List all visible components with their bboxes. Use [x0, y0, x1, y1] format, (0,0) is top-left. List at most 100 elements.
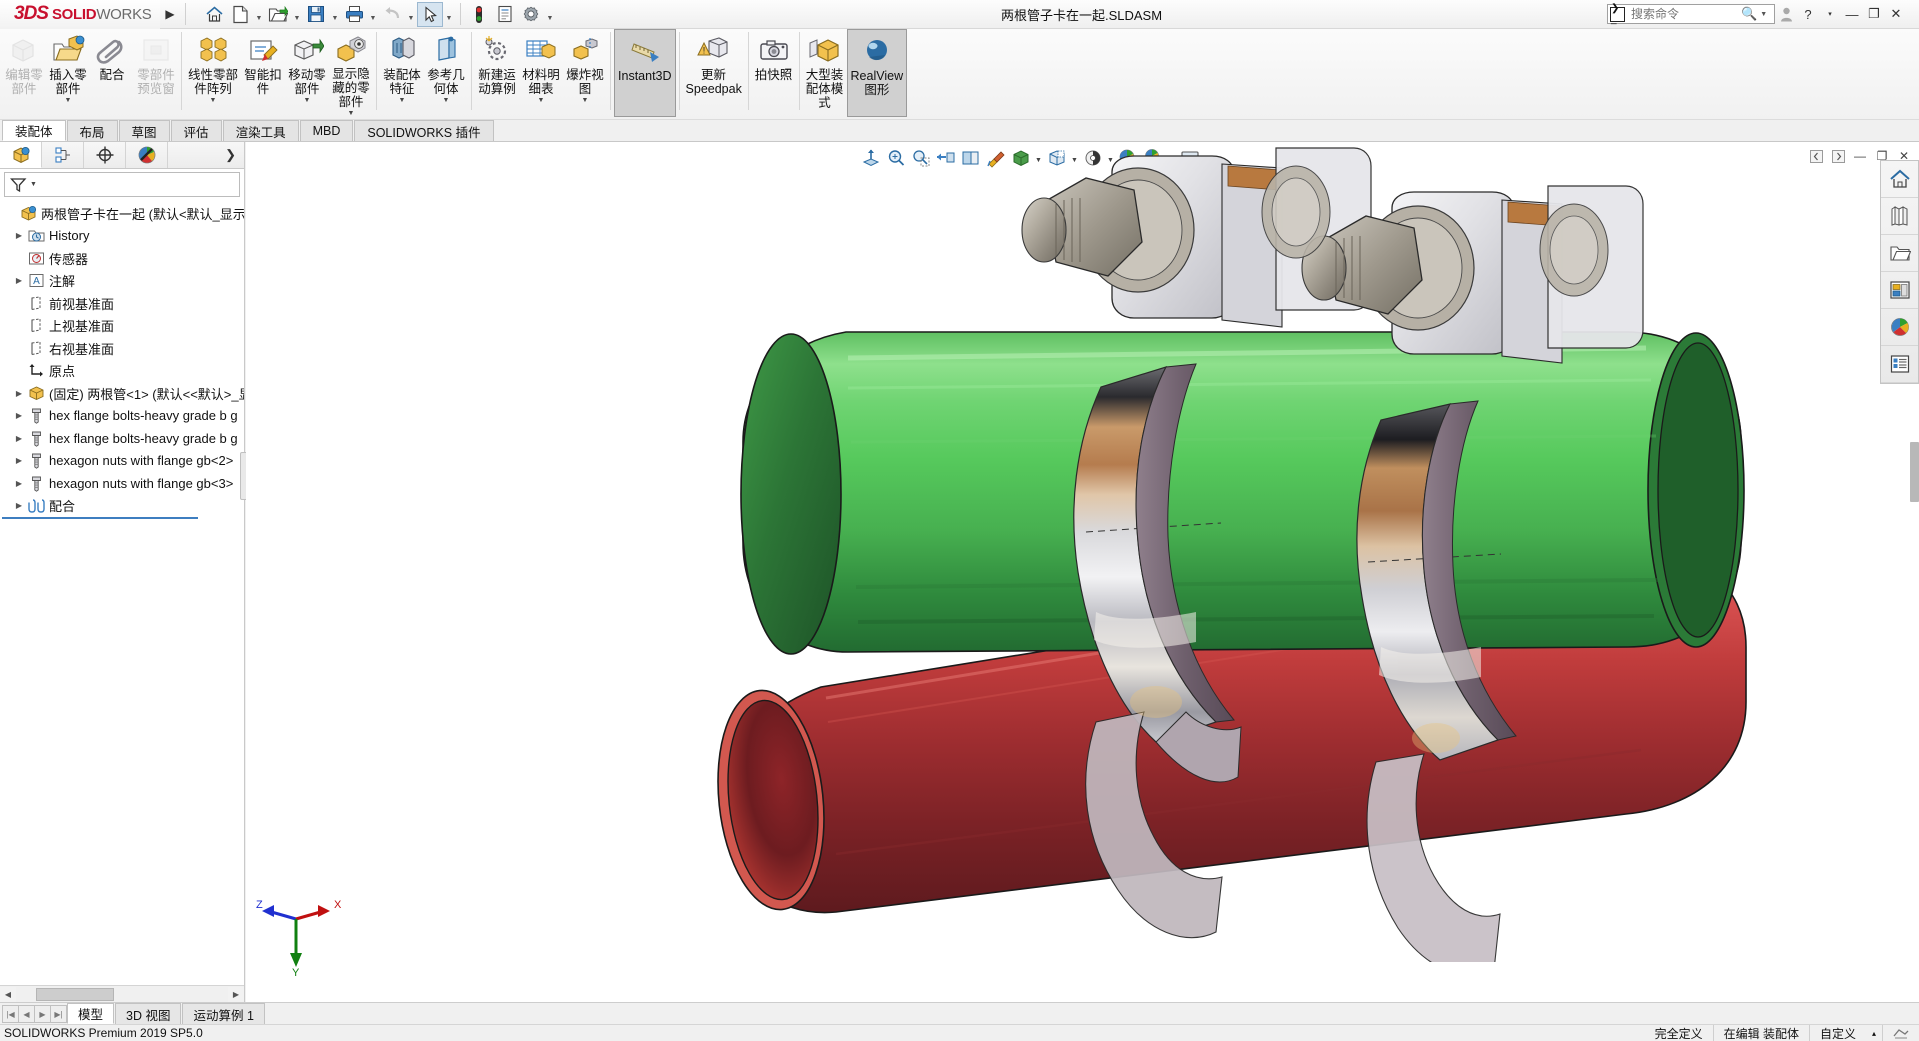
chevron-down-icon[interactable]: ▼	[348, 110, 355, 117]
tree-item-0[interactable]: 两根管子卡在一起 (默认<默认_显示状态	[4, 202, 244, 225]
appearances-scenes-icon[interactable]	[1881, 309, 1918, 346]
tree-item-5[interactable]: 上视基准面	[4, 315, 244, 338]
chevron-right-icon[interactable]: ▶	[12, 411, 26, 420]
rebuild-icon[interactable]	[466, 2, 492, 27]
scroll-thumb[interactable]	[36, 987, 114, 1001]
ribbon-button-instant3d[interactable]: Instant3D	[614, 29, 676, 117]
ribbon-button-large-assembly-mode[interactable]: 大型装 配体模 式	[803, 29, 847, 117]
chevron-down-icon[interactable]: ▼	[210, 97, 217, 104]
undo-caret-icon[interactable]: ▼	[405, 2, 417, 27]
tab-5[interactable]: MBD	[299, 120, 354, 141]
restore-button[interactable]: ❐	[1863, 2, 1885, 26]
ribbon-button-update-speedpak[interactable]: ! 更新 Speedpak	[683, 29, 745, 117]
ribbon-button-insert-component[interactable]: 插入零 部件 ▼	[46, 29, 90, 117]
tree-item-8[interactable]: ▶ (固定) 两根管<1> (默认<<默认>_显	[4, 382, 244, 405]
tab-nav-arrow-3[interactable]: ▶|	[50, 1005, 67, 1023]
ribbon-button-realview-graphics[interactable]: RealView 图形	[846, 29, 908, 117]
overlay-icon[interactable]	[1882, 1025, 1919, 1041]
search-caret-icon[interactable]: ▼	[1760, 11, 1767, 18]
ribbon-button-mate-paperclip[interactable]: 配合	[90, 29, 134, 117]
units-caret-icon[interactable]: ▴	[1866, 1025, 1882, 1041]
select-caret-icon[interactable]: ▼	[443, 2, 455, 27]
save-caret-icon[interactable]: ▼	[329, 2, 341, 27]
options-gear-icon[interactable]	[518, 2, 544, 27]
tree-horizontal-scrollbar[interactable]: ◀ ▶	[0, 985, 244, 1002]
chevron-right-icon[interactable]: ▶	[12, 434, 26, 443]
chevron-right-icon[interactable]: ▶	[12, 501, 26, 510]
document-tab-0[interactable]: 模型	[67, 1003, 115, 1024]
display-manager-tab[interactable]	[126, 142, 168, 168]
filter-caret-icon[interactable]: ▼	[30, 181, 37, 188]
chevron-right-icon[interactable]: ▶	[12, 389, 26, 398]
new-document-caret-icon[interactable]: ▼	[253, 2, 265, 27]
tab-3[interactable]: 评估	[170, 120, 222, 141]
select-cursor-icon[interactable]	[417, 1, 443, 27]
help-button[interactable]: ?	[1797, 2, 1819, 26]
tree-item-4[interactable]: 前视基准面	[4, 292, 244, 315]
units-selector[interactable]: 自定义	[1808, 1025, 1866, 1041]
view-palette-icon[interactable]	[1881, 272, 1918, 309]
design-library-icon[interactable]	[1881, 198, 1918, 235]
feature-manager-tab[interactable]	[0, 142, 42, 168]
ribbon-button-new-motion-study[interactable]: 新建运 动算例	[475, 29, 519, 117]
help-caret-icon[interactable]: ▾	[1819, 2, 1841, 26]
tree-item-7[interactable]: 原点	[4, 360, 244, 383]
ribbon-button-assembly-features[interactable]: 装配体 特征 ▼	[380, 29, 424, 117]
solidworks-resources-icon[interactable]	[1881, 161, 1918, 198]
ribbon-button-reference-geometry[interactable]: 参考几 何体 ▼	[424, 29, 468, 117]
graphics-area[interactable]: ▼ ▼ ▼ ▼ ▼	[246, 142, 1919, 1002]
close-button[interactable]: ✕	[1885, 2, 1907, 26]
tree-item-2[interactable]: 传感器	[4, 247, 244, 270]
tree-item-13[interactable]: ▶ 配合	[4, 495, 244, 518]
doc-prev-button[interactable]	[1805, 144, 1827, 168]
property-manager-tab[interactable]	[42, 142, 84, 168]
ribbon-button-exploded-view[interactable]: 爆炸视 图 ▼	[563, 29, 607, 117]
document-tab-1[interactable]: 3D 视图	[115, 1003, 182, 1024]
open-folder-icon[interactable]	[265, 2, 291, 27]
scroll-right-arrow[interactable]: ▶	[228, 986, 244, 1002]
search-input[interactable]	[1629, 6, 1741, 22]
tab-6[interactable]: SOLIDWORKS 插件	[354, 120, 494, 141]
chevron-down-icon[interactable]: ▼	[65, 97, 72, 104]
ribbon-button-linear-component-pattern[interactable]: 线性零部 件阵列 ▼	[185, 29, 241, 117]
configuration-manager-tab[interactable]	[84, 142, 126, 168]
minimize-button[interactable]: —	[1841, 2, 1863, 26]
chevron-right-icon[interactable]: ▶	[12, 479, 26, 488]
tab-nav-arrow-1[interactable]: ◀	[18, 1005, 35, 1023]
chevron-down-icon[interactable]: ▼	[443, 97, 450, 104]
tree-item-11[interactable]: ▶ hexagon nuts with flange gb<2>	[4, 450, 244, 473]
tree-item-12[interactable]: ▶ hexagon nuts with flange gb<3>	[4, 472, 244, 495]
tab-1[interactable]: 布局	[66, 120, 118, 141]
ribbon-button-show-hidden-components[interactable]: 显示隐 藏的零 部件 ▼	[329, 29, 373, 117]
tree-item-9[interactable]: ▶ hex flange bolts-heavy grade b g	[4, 405, 244, 428]
tree-item-3[interactable]: ▶ A 注解	[4, 270, 244, 293]
graphics-vertical-scrollbar[interactable]	[1910, 442, 1919, 502]
doc-minimize-button[interactable]: —	[1849, 144, 1871, 168]
document-tab-2[interactable]: 运动算例 1	[182, 1003, 265, 1024]
save-icon[interactable]	[303, 2, 329, 27]
tab-nav-arrow-2[interactable]: ▶	[34, 1005, 51, 1023]
chevron-right-icon[interactable]: ▶	[12, 456, 26, 465]
command-search-box[interactable]: ❯_ 🔍 ▼	[1607, 3, 1775, 25]
menu-expand-arrow[interactable]: ▶	[160, 0, 180, 29]
solidworks-logo[interactable]: 3DS SOLIDWORKS	[0, 0, 160, 29]
options-caret-icon[interactable]: ▼	[544, 2, 556, 27]
tab-0[interactable]: 装配体	[2, 120, 66, 141]
ribbon-button-move-component[interactable]: 移动零 部件 ▼	[285, 29, 329, 117]
chevron-down-icon[interactable]: ▼	[304, 97, 311, 104]
search-icon[interactable]: 🔍	[1741, 6, 1757, 22]
file-explorer-icon[interactable]	[1881, 235, 1918, 272]
tree-item-6[interactable]: 右视基准面	[4, 337, 244, 360]
chevron-right-icon[interactable]: ▶	[12, 276, 26, 285]
undo-icon[interactable]	[379, 2, 405, 27]
chevron-down-icon[interactable]: ▼	[582, 97, 589, 104]
user-account-icon[interactable]	[1775, 2, 1797, 26]
chevron-down-icon[interactable]: ▼	[538, 97, 545, 104]
home-icon[interactable]	[201, 2, 227, 27]
ribbon-button-snapshot-camera[interactable]: 拍快照	[752, 29, 796, 117]
new-document-icon[interactable]	[227, 2, 253, 27]
ribbon-button-smart-fasteners[interactable]: 智能扣 件	[241, 29, 285, 117]
doc-next-button[interactable]	[1827, 144, 1849, 168]
custom-properties-icon[interactable]	[1881, 346, 1918, 383]
open-caret-icon[interactable]: ▼	[291, 2, 303, 27]
